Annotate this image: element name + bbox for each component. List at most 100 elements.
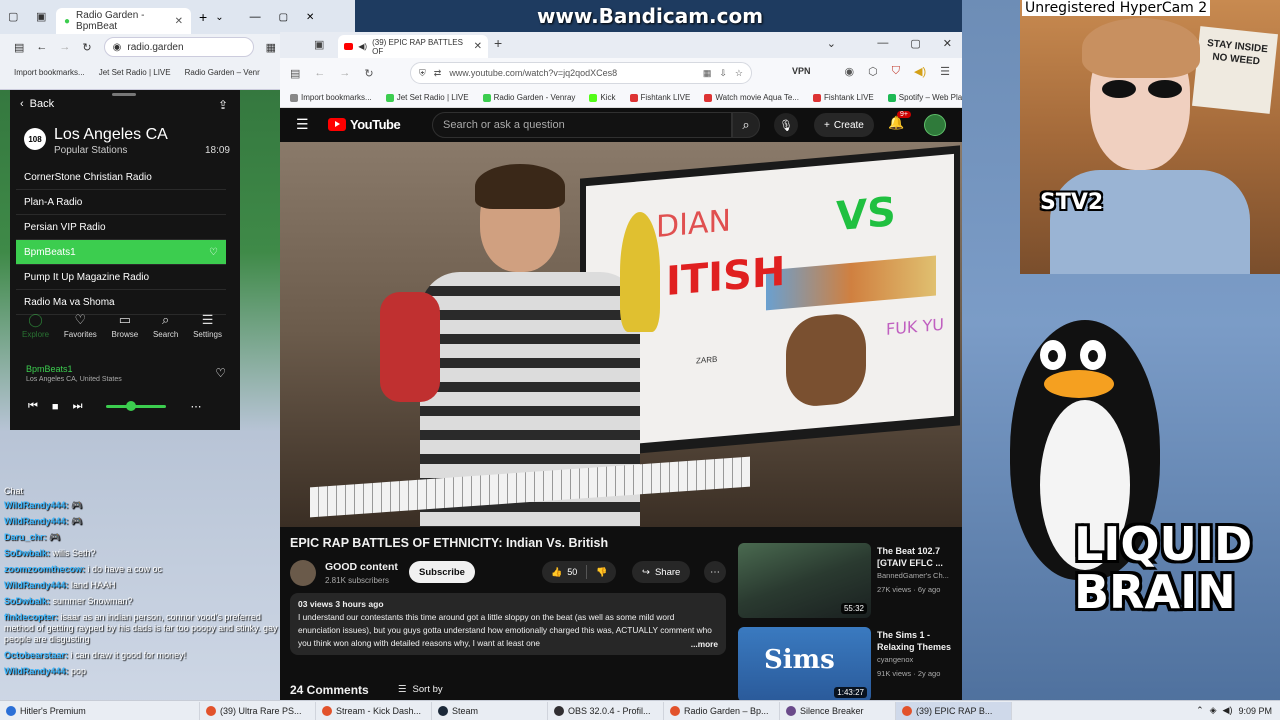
chat-username[interactable]: finklecopter: <box>4 612 58 622</box>
back-icon[interactable]: ← <box>314 67 325 79</box>
volume-slider[interactable] <box>106 401 167 411</box>
profile-icon[interactable]: ◉ <box>845 65 855 78</box>
taskbar-item[interactable]: Stream - Kick Dash... <box>316 701 432 720</box>
back-button[interactable]: ‹ Back <box>20 98 54 110</box>
extension-icon[interactable]: ⬡ <box>868 65 878 78</box>
dislike-button[interactable]: 👎 <box>587 561 616 583</box>
reload-icon[interactable]: ↻ <box>82 41 91 54</box>
nav-item-search[interactable]: ⌕ Search <box>153 312 178 339</box>
description-box[interactable]: 03 views 3 hours ago I understand our co… <box>290 593 726 655</box>
close-tab-icon[interactable]: ✕ <box>474 41 482 52</box>
reload-icon[interactable]: ↻ <box>364 67 373 80</box>
drag-handle[interactable] <box>112 93 136 96</box>
video-player[interactable]: DIAN ITISH VS FUK YU ZARB <box>280 142 962 527</box>
close-window-icon[interactable]: ✕ <box>943 37 952 50</box>
sort-by-button[interactable]: ☰ Sort by <box>398 684 443 695</box>
taskbar-item[interactable]: Hitler's Premium <box>0 701 200 720</box>
nav-item-favorites[interactable]: ♡ Favorites <box>64 312 97 339</box>
station-item[interactable]: CornerStone Christian Radio <box>16 165 226 190</box>
audio-icon[interactable]: ◀) <box>914 65 926 78</box>
nav-item-browse[interactable]: ▭ Browse <box>112 312 139 339</box>
bookmark-item[interactable]: Import bookmarks... <box>290 93 372 102</box>
maximize-icon[interactable]: ▢ <box>910 37 920 50</box>
taskbar-item[interactable]: (39) EPIC RAP B... <box>896 701 1012 720</box>
search-input[interactable]: Search or ask a question <box>432 112 732 138</box>
station-item[interactable]: Persian VIP Radio <box>16 215 226 240</box>
tray-icon[interactable]: ⌃ <box>1196 705 1204 716</box>
chat-username[interactable]: WildRandy444: <box>4 666 68 676</box>
reader-icon[interactable]: ▦ <box>266 41 276 54</box>
taskbar-item[interactable]: (39) Ultra Rare PS... <box>200 701 316 720</box>
chat-username[interactable]: Octobearstaar: <box>4 650 68 660</box>
taskbar-item[interactable]: Silence Breaker <box>780 701 896 720</box>
recommendation-thumbnail[interactable]: 55:32 <box>738 543 871 618</box>
voice-search-button[interactable]: 🎙 <box>774 113 798 137</box>
taskbar-item[interactable]: Radio Garden – Bp... <box>664 701 780 720</box>
recommendation-channel[interactable]: cyangenox <box>877 655 959 664</box>
channel-name[interactable]: GOOD content <box>325 561 398 573</box>
recommendation-title[interactable]: The Sims 1 - Relaxing Themes <box>877 629 959 653</box>
bookmark-star-icon[interactable]: ☆ <box>735 68 743 79</box>
station-item[interactable]: Pump It Up Magazine Radio <box>16 265 226 290</box>
download-icon[interactable]: ⇩ <box>719 68 727 79</box>
nav-item-explore[interactable]: ◯ Explore <box>22 312 49 339</box>
new-tab-icon[interactable]: + <box>494 35 502 51</box>
search-button[interactable]: ⌕ <box>732 112 760 138</box>
bookmark-item[interactable]: Spotify – Web Player <box>887 93 962 102</box>
left-browser-tab[interactable]: ● Radio Garden - BpmBeat ✕ <box>56 8 191 34</box>
address-bar[interactable]: ⛨ ⇄ www.youtube.com/watch?v=jq2qodXCes8 … <box>410 62 752 84</box>
bookmark-item[interactable]: Fishtank LIVE <box>629 93 690 102</box>
create-button[interactable]: + Create <box>814 113 874 137</box>
chat-username[interactable]: Daru_chr: <box>4 532 47 542</box>
taskbar-item[interactable]: Steam <box>432 701 548 720</box>
minimize-icon[interactable]: — <box>877 37 888 50</box>
sidebar-icon[interactable]: ▤ <box>14 41 24 54</box>
sidebar-icon[interactable]: ▤ <box>290 67 300 80</box>
hamburger-menu-icon[interactable]: ☰ <box>296 116 309 133</box>
more-actions-button[interactable]: ⋯ <box>704 561 726 583</box>
forward-icon[interactable]: → <box>59 41 70 53</box>
tab-list-chevron-icon[interactable]: ⌄ <box>215 12 223 23</box>
tab-search-chevron-icon[interactable]: ⌄ <box>827 37 836 50</box>
account-avatar[interactable] <box>924 114 946 136</box>
left-bookmark-item[interactable]: Jet Set Radio | LIVE <box>99 68 171 77</box>
favorite-heart-icon[interactable]: ♡ <box>215 366 226 380</box>
close-tab-icon[interactable]: ✕ <box>175 16 183 27</box>
screenshot-icon[interactable]: ▦ <box>703 68 712 79</box>
bookmark-item[interactable]: Fishtank LIVE <box>812 93 874 102</box>
stop-icon[interactable]: ■ <box>52 401 59 413</box>
station-item[interactable]: BpmBeats1 ♡ <box>16 240 226 265</box>
workspaces-icon[interactable]: ▣ <box>36 10 46 23</box>
recommendation-item[interactable]: 55:32 The Beat 102.7 [GTAIV EFLC ... Ban… <box>738 543 962 621</box>
site-settings-icon[interactable]: ⇄ <box>434 68 442 79</box>
share-icon[interactable]: ⇪ <box>218 98 228 112</box>
maximize-icon[interactable]: ▢ <box>279 12 288 23</box>
chat-username[interactable]: WildRandy444: <box>4 500 68 510</box>
shield-extension-icon[interactable]: ⛉ <box>892 65 900 78</box>
station-item[interactable]: Plan-A Radio <box>16 190 226 215</box>
previous-icon[interactable]: ⏮ <box>28 400 38 413</box>
youtube-logo[interactable]: YouTube <box>328 117 401 132</box>
recommendation-title[interactable]: The Beat 102.7 [GTAIV EFLC ... <box>877 545 959 569</box>
share-button[interactable]: ↪ Share <box>632 561 691 583</box>
chat-username[interactable]: zoomzoomthecow: <box>4 564 85 574</box>
left-bookmark-item[interactable]: Radio Garden – Venr <box>185 68 260 77</box>
menu-icon[interactable]: ☰ <box>940 65 950 78</box>
chat-username[interactable]: SoDwbalk: <box>4 596 50 606</box>
bookmark-item[interactable]: Jet Set Radio | LIVE <box>385 93 469 102</box>
tab-actions-icon[interactable]: ▢ <box>8 10 18 23</box>
forward-icon[interactable]: → <box>339 67 350 79</box>
nav-item-settings[interactable]: ☰ Settings <box>193 312 222 339</box>
volume-icon[interactable]: ◀) <box>1223 705 1233 716</box>
back-icon[interactable]: ← <box>36 41 47 53</box>
minimize-icon[interactable]: — <box>250 11 261 23</box>
more-options-icon[interactable]: ⋯ <box>190 400 201 413</box>
recommendation-item[interactable]: Sims 1:43:27 The Sims 1 - Relaxing Theme… <box>738 627 962 705</box>
taskbar-item[interactable]: OBS 32.0.4 - Profil... <box>548 701 664 720</box>
bookmark-item[interactable]: Radio Garden - Venray <box>482 93 575 102</box>
speaker-icon[interactable]: ◀) <box>358 42 367 51</box>
recommendation-channel[interactable]: BannedGamer's Ch... <box>877 571 959 580</box>
heart-icon[interactable]: ♡ <box>209 247 218 258</box>
channel-avatar[interactable] <box>290 560 316 586</box>
like-button[interactable]: 👍 50 <box>542 561 586 583</box>
